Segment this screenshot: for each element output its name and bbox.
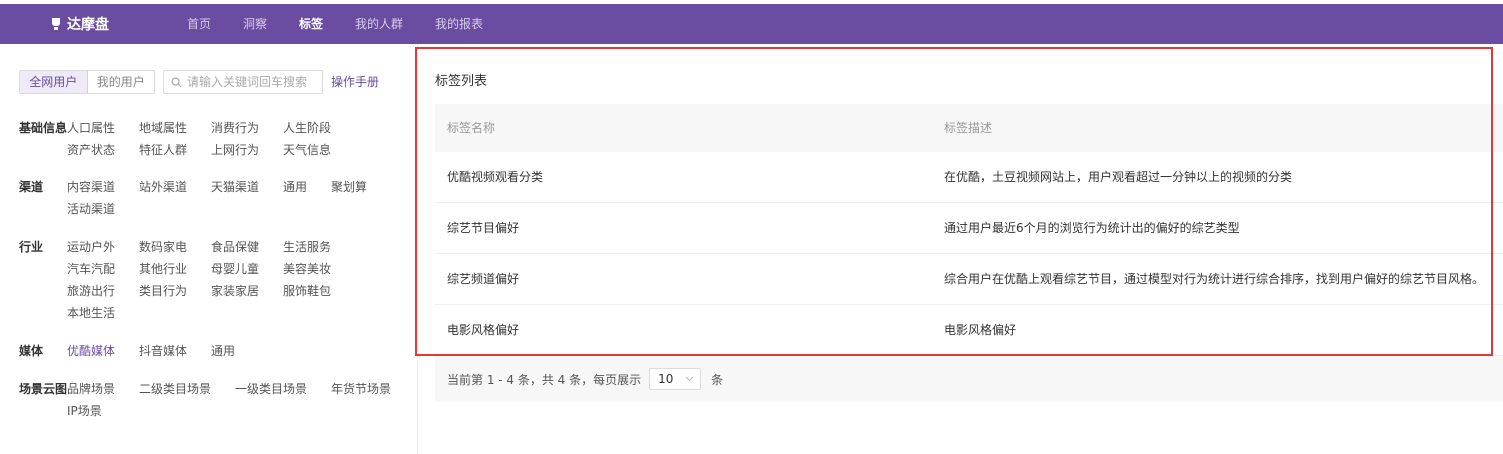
tag-item[interactable]: 服饰鞋包 <box>283 280 331 302</box>
tag-desc-cell: 通过用户最近6个月的浏览行为统计出的偏好的综艺类型 <box>944 221 1240 235</box>
category-title: 场景云图 <box>19 382 68 396</box>
tag-item[interactable]: 内容渠道 <box>67 176 115 198</box>
tag-item[interactable]: 活动渠道 <box>67 198 115 220</box>
nav-my-audience[interactable]: 我的人群 <box>355 4 403 44</box>
brand-name: 达摩盘 <box>67 17 109 33</box>
tag-item[interactable]: 类目行为 <box>139 280 187 302</box>
page-size-select[interactable]: 10 <box>649 368 702 390</box>
tag-item[interactable]: 上网行为 <box>211 139 259 161</box>
tag-item-active[interactable]: 优酷媒体 <box>67 340 115 362</box>
scope-my-users[interactable]: 我的用户 <box>88 71 155 93</box>
nav-tags[interactable]: 标签 <box>299 4 323 44</box>
tag-item[interactable]: 二级类目场景 <box>139 378 211 400</box>
search-icon <box>171 76 182 87</box>
search-box <box>163 70 323 94</box>
table-row[interactable]: 优酷视频观看分类 在优酷，土豆视频网站上，用户观看超过一分钟以上的视频的分类 <box>435 152 1503 203</box>
tag-desc-cell: 综合用户在优酷上观看综艺节目，通过模型对行为统计进行综合排序，找到用户偏好的综艺… <box>944 272 1485 286</box>
tag-item[interactable]: 本地生活 <box>67 302 115 324</box>
pagination-summary: 当前第 1 - 4 条，共 4 条，每页展示 <box>447 372 642 387</box>
pagination-unit: 条 <box>711 372 724 387</box>
scope-all-users[interactable]: 全网用户 <box>20 71 88 93</box>
tag-item[interactable]: 一级类目场景 <box>235 378 307 400</box>
tag-name-cell: 电影风格偏好 <box>447 323 520 337</box>
table-row[interactable]: 综艺频道偏好 综合用户在优酷上观看综艺节目，通过模型对行为统计进行综合排序，找到… <box>435 254 1503 305</box>
nav-insight[interactable]: 洞察 <box>243 4 267 44</box>
tag-name-cell: 综艺频道偏好 <box>447 272 520 286</box>
column-header-name: 标签名称 <box>447 121 496 135</box>
tag-item[interactable]: 生活服务 <box>283 236 331 258</box>
tag-item[interactable]: IP场景 <box>67 400 102 422</box>
brand-logo[interactable]: 达摩盘 <box>49 4 109 44</box>
search-input[interactable] <box>187 75 317 89</box>
tag-item[interactable]: 人生阶段 <box>283 117 331 139</box>
tag-item[interactable]: 美容美妆 <box>283 258 331 280</box>
tag-desc-cell: 电影风格偏好 <box>944 323 1017 337</box>
column-header-desc: 标签描述 <box>944 121 993 135</box>
panel-title: 标签列表 <box>435 74 488 89</box>
chevron-down-icon <box>685 376 694 382</box>
tag-item[interactable]: 消费行为 <box>211 117 259 139</box>
category-title: 渠道 <box>19 180 44 194</box>
tag-item[interactable]: 运动户外 <box>67 236 115 258</box>
tag-item[interactable]: 特征人群 <box>139 139 187 161</box>
tag-item[interactable]: 食品保健 <box>211 236 259 258</box>
tag-item[interactable]: 数码家电 <box>139 236 187 258</box>
tag-item[interactable]: 天气信息 <box>283 139 331 161</box>
nav-my-reports[interactable]: 我的报表 <box>435 4 483 44</box>
nav-home[interactable]: 首页 <box>187 4 211 44</box>
manual-link[interactable]: 操作手册 <box>331 70 379 94</box>
category-title: 基础信息 <box>19 121 68 135</box>
tag-item[interactable]: 地域属性 <box>139 117 187 139</box>
top-navbar: 达摩盘 首页 洞察 标签 我的人群 我的报表 <box>0 4 1503 44</box>
tag-item[interactable]: 抖音媒体 <box>139 340 187 362</box>
tag-item[interactable]: 通用 <box>211 340 235 362</box>
tag-item[interactable]: 聚划算 <box>331 176 367 198</box>
tag-item[interactable]: 天猫渠道 <box>211 176 259 198</box>
user-scope-toggle: 全网用户 我的用户 <box>19 70 155 94</box>
tag-item[interactable]: 人口属性 <box>67 117 115 139</box>
page-size-value: 10 <box>658 372 674 386</box>
table-header: 标签名称 标签描述 <box>435 104 1503 152</box>
logo-icon <box>52 18 60 30</box>
tag-item[interactable]: 站外渠道 <box>139 176 187 198</box>
tag-item[interactable]: 品牌场景 <box>67 378 115 400</box>
tag-item[interactable]: 年货节场景 <box>331 378 391 400</box>
tag-name-cell: 优酷视频观看分类 <box>447 170 544 184</box>
table-row[interactable]: 综艺节目偏好 通过用户最近6个月的浏览行为统计出的偏好的综艺类型 <box>435 203 1503 254</box>
tag-item[interactable]: 汽车汽配 <box>67 258 115 280</box>
tag-item[interactable]: 通用 <box>283 176 307 198</box>
category-title: 媒体 <box>19 344 44 358</box>
tag-item[interactable]: 旅游出行 <box>67 280 115 302</box>
tag-item[interactable]: 母婴儿童 <box>211 258 259 280</box>
tag-category-sidebar: 全网用户 我的用户 操作手册 基础信息 人口属性 地域属性 消费行为 人生阶段 … <box>0 44 418 454</box>
pagination-bar: 当前第 1 - 4 条，共 4 条，每页展示 10 条 <box>435 356 1503 402</box>
tag-item[interactable]: 资产状态 <box>67 139 115 161</box>
table-row[interactable]: 电影风格偏好 电影风格偏好 <box>435 305 1503 356</box>
tag-name-cell: 综艺节目偏好 <box>447 221 520 235</box>
tag-desc-cell: 在优酷，土豆视频网站上，用户观看超过一分钟以上的视频的分类 <box>944 170 1293 184</box>
tag-item[interactable]: 家装家居 <box>211 280 259 302</box>
category-title: 行业 <box>19 240 44 254</box>
tag-item[interactable]: 其他行业 <box>139 258 187 280</box>
